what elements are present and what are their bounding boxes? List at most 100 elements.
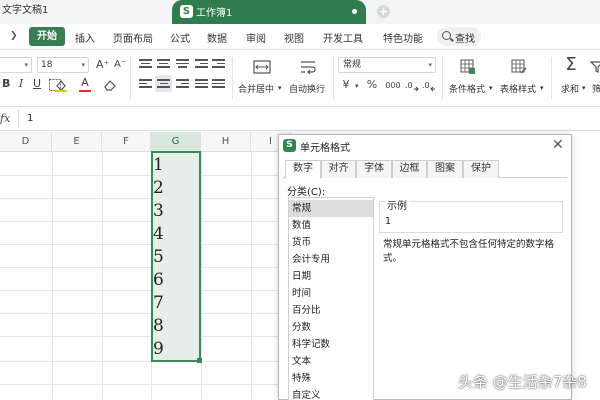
underline-button[interactable]: U	[32, 77, 42, 91]
sum-button[interactable]: 求和	[561, 82, 579, 95]
menu-page-layout[interactable]: 页面布局	[113, 30, 153, 45]
category-scientific[interactable]: 科学记数	[289, 336, 373, 353]
table-style-icon[interactable]	[511, 59, 527, 75]
tab-number[interactable]: 数字	[285, 160, 321, 179]
conditional-format-icon[interactable]	[460, 59, 476, 75]
tab-protection[interactable]: 保护	[463, 160, 499, 178]
formula-input[interactable]: 1	[18, 110, 600, 128]
column-header-g[interactable]: G	[151, 132, 201, 152]
cell-g1[interactable]: 1	[153, 154, 193, 177]
distributed-align-icon[interactable]	[212, 79, 225, 91]
fx-icon[interactable]: fx	[0, 112, 10, 125]
align-top-icon[interactable]	[139, 59, 152, 71]
search-label: 查找	[455, 34, 475, 45]
column-header-d[interactable]: D	[0, 132, 52, 152]
category-time[interactable]: 时间	[289, 285, 373, 302]
table-style-button[interactable]: 表格样式	[500, 82, 536, 95]
gridline	[52, 152, 53, 400]
tab-workbook[interactable]: S 工作簿1	[172, 0, 366, 24]
menu-special-features[interactable]: 特色功能	[383, 30, 423, 45]
category-fraction[interactable]: 分数	[289, 319, 373, 336]
cell-g8[interactable]: 8	[153, 315, 193, 338]
menu-formulas[interactable]: 公式	[170, 30, 190, 45]
category-number[interactable]: 数值	[289, 217, 373, 234]
shrink-font-button[interactable]: A⁻	[114, 58, 126, 72]
menu-home[interactable]: 开始	[29, 27, 65, 46]
align-right-icon[interactable]	[176, 79, 189, 91]
category-general[interactable]: 常规	[289, 200, 373, 217]
decrease-indent-icon[interactable]	[195, 59, 208, 71]
chevron-down-icon[interactable]: ▾	[540, 84, 544, 92]
decrease-decimal-icon[interactable]: .0	[422, 78, 436, 92]
italic-button[interactable]: I	[17, 77, 25, 91]
align-left-icon[interactable]	[139, 79, 152, 91]
cell-g9[interactable]: 9	[153, 338, 193, 361]
align-middle-icon[interactable]	[157, 59, 170, 71]
merge-center-icon[interactable]	[253, 60, 271, 74]
chevron-down-icon[interactable]: ▾	[489, 84, 493, 92]
align-bottom-icon[interactable]	[176, 59, 189, 71]
tab-alignment[interactable]: 对齐	[321, 160, 356, 178]
tab-font[interactable]: 字体	[356, 160, 392, 178]
justify-icon[interactable]	[195, 79, 208, 91]
formula-bar: fx 1	[0, 108, 600, 131]
tab-border[interactable]: 边框	[392, 160, 427, 178]
chevron-down-icon[interactable]: ▾	[278, 84, 282, 92]
category-accounting[interactable]: 会计专用	[289, 251, 373, 268]
new-tab-plus-icon[interactable]: +	[377, 5, 390, 18]
menu-developer[interactable]: 开发工具	[323, 30, 363, 45]
increase-indent-icon[interactable]	[212, 59, 225, 71]
percent-button[interactable]: %	[366, 78, 378, 92]
grow-font-button[interactable]: A⁺	[96, 58, 109, 72]
conditional-format-button[interactable]: 条件格式	[449, 82, 485, 95]
search-button[interactable]: 查找	[437, 27, 481, 46]
category-percentage[interactable]: 百分比	[289, 302, 373, 319]
category-special[interactable]: 特殊	[289, 370, 373, 387]
currency-button[interactable]: ¥	[341, 78, 351, 92]
column-header-f[interactable]: F	[102, 132, 151, 152]
fill-handle[interactable]	[197, 358, 202, 363]
category-custom[interactable]: 自定义	[289, 387, 373, 400]
category-date[interactable]: 日期	[289, 268, 373, 285]
increase-decimal-icon[interactable]: .0	[405, 78, 419, 92]
fill-color-icon[interactable]	[54, 78, 68, 92]
chevron-down-icon[interactable]: ▾	[582, 84, 586, 92]
wrap-text-button[interactable]: 自动换行	[289, 82, 325, 95]
category-list[interactable]: 常规 数值 货币 会计专用 日期 时间 百分比 分数 科学记数 文本 特殊 自定…	[288, 197, 374, 400]
cell-g2[interactable]: 2	[153, 177, 193, 200]
dialog-title-bar[interactable]: S 单元格格式 ✕	[279, 135, 571, 157]
cell-g3[interactable]: 3	[153, 200, 193, 223]
menu-data[interactable]: 数据	[207, 30, 227, 45]
bold-button[interactable]: B	[2, 77, 10, 91]
cell-g5[interactable]: 5	[153, 246, 193, 269]
eraser-icon[interactable]	[103, 78, 117, 92]
tab-document[interactable]: 文字文稿1	[0, 0, 48, 24]
thousands-separator-button[interactable]: 000	[384, 79, 402, 93]
tab-pattern[interactable]: 图案	[427, 160, 463, 178]
filter-icon[interactable]	[590, 60, 600, 74]
font-color-button[interactable]: A	[80, 76, 90, 90]
chevron-down-icon[interactable]: ▾	[355, 79, 359, 93]
wps-sheet-logo-icon: S	[283, 139, 296, 152]
menu-insert[interactable]: 插入	[75, 30, 95, 45]
cell-g4[interactable]: 4	[153, 223, 193, 246]
filter-button[interactable]: 筛	[592, 82, 600, 95]
cell-g7[interactable]: 7	[153, 292, 193, 315]
cell-g6[interactable]: 6	[153, 269, 193, 292]
font-name-select[interactable]: ▾	[0, 57, 32, 73]
font-size-select[interactable]: 18 ▾	[37, 57, 89, 73]
column-header-e[interactable]: E	[52, 132, 102, 152]
align-center-icon[interactable]	[157, 79, 170, 91]
column-header-h[interactable]: H	[201, 132, 251, 152]
dialog-title: 单元格格式	[300, 143, 350, 154]
category-currency[interactable]: 货币	[289, 234, 373, 251]
merge-center-button[interactable]: 合并居中	[238, 82, 274, 95]
chevron-down-icon[interactable]: ❯	[10, 31, 18, 41]
menu-view[interactable]: 视图	[284, 30, 304, 45]
menu-review[interactable]: 审阅	[246, 30, 266, 45]
number-format-select[interactable]: 常规 ▾	[338, 57, 436, 73]
sum-icon[interactable]: Σ	[563, 55, 579, 75]
close-icon[interactable]: ✕	[552, 137, 564, 153]
wrap-text-icon[interactable]	[300, 60, 316, 74]
category-text[interactable]: 文本	[289, 353, 373, 370]
